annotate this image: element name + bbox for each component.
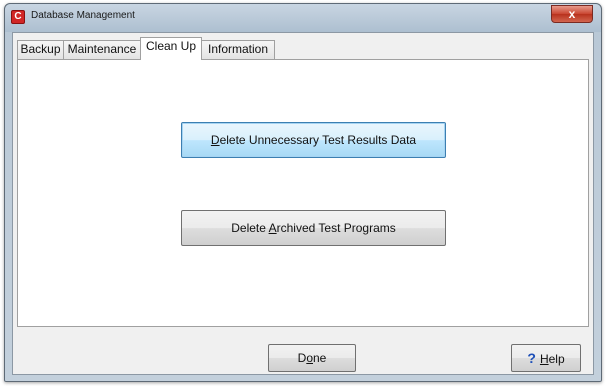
tab-backup[interactable]: Backup xyxy=(17,40,64,59)
help-label: ? Help xyxy=(527,350,565,366)
delete-archived-programs-button[interactable]: Delete Archived Test Programs xyxy=(181,210,446,246)
tab-information[interactable]: Information xyxy=(201,40,275,59)
done-button[interactable]: Done xyxy=(268,344,356,372)
dialog-client-area: Backup Maintenance Clean Up Information … xyxy=(12,32,594,375)
delete-archived-programs-label: Delete Archived Test Programs xyxy=(231,221,396,235)
clean-up-panel: Delete Unnecessary Test Results Data Del… xyxy=(17,59,589,327)
close-icon[interactable]: x xyxy=(551,5,593,23)
delete-unnecessary-results-label: Delete Unnecessary Test Results Data xyxy=(210,133,417,147)
tab-clean-up[interactable]: Clean Up xyxy=(140,37,202,60)
done-label: Done xyxy=(297,351,327,365)
window-title: Database Management xyxy=(31,10,135,21)
help-question-icon: ? xyxy=(527,350,536,366)
title-bar[interactable]: C Database Management x xyxy=(5,4,601,32)
tab-maintenance[interactable]: Maintenance xyxy=(63,40,141,59)
app-icon[interactable]: C xyxy=(11,10,25,24)
help-button[interactable]: ? Help xyxy=(511,344,581,372)
delete-unnecessary-results-button[interactable]: Delete Unnecessary Test Results Data xyxy=(181,122,446,158)
database-management-window: C Database Management x Backup Maintenan… xyxy=(4,3,602,382)
